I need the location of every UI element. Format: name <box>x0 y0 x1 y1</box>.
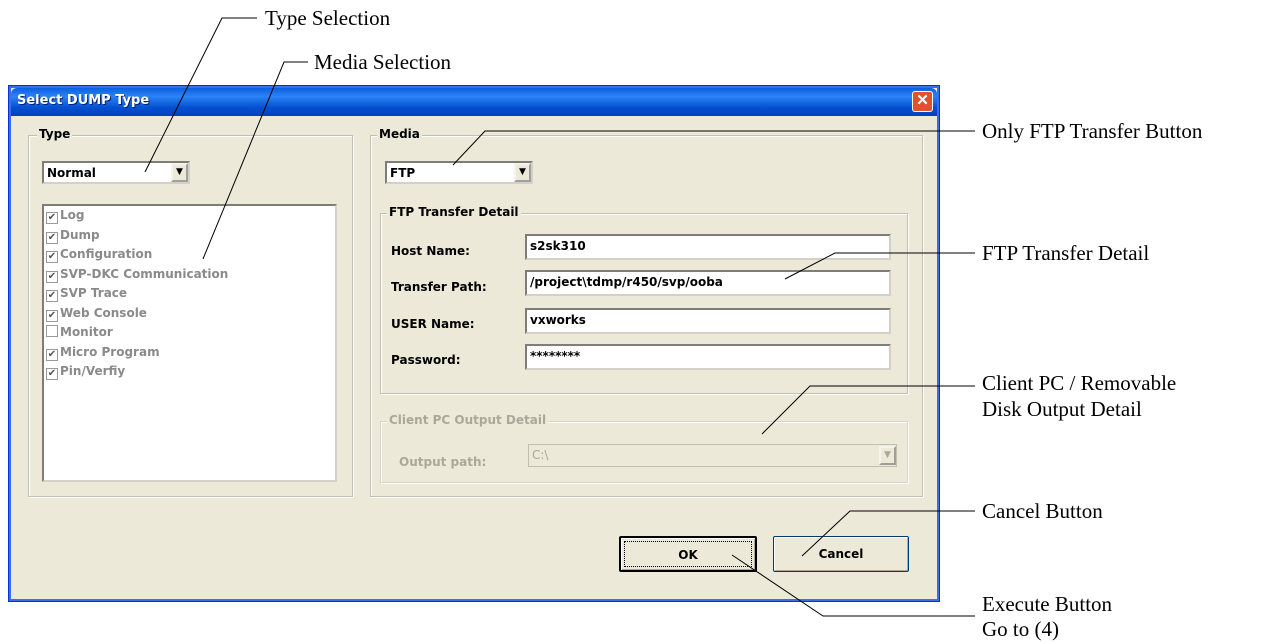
checklist-item[interactable]: ✔ SVP-DKC Communication <box>46 267 228 283</box>
checkbox-checked-icon[interactable]: ✔ <box>46 368 58 380</box>
ftp-transfer-group: FTP Transfer Detail Host Name: s2sk310 T… <box>380 205 908 394</box>
ftp-transfer-legend: FTP Transfer Detail <box>387 205 521 219</box>
output-path-select[interactable]: C:\ ▼ <box>528 444 897 467</box>
media-select-value: FTP <box>390 166 416 180</box>
checklist-item-label: Monitor <box>60 325 113 339</box>
checklist-item-label: Dump <box>60 227 100 242</box>
password-field[interactable]: ******** <box>525 344 891 370</box>
ok-button[interactable]: OK <box>619 536 757 572</box>
checklist-item-label: Pin/Verfiy <box>60 364 126 378</box>
type-select-value: Normal <box>47 166 96 180</box>
output-path-value: C:\ <box>532 448 549 462</box>
checkbox-checked-icon[interactable]: ✔ <box>46 309 58 322</box>
checklist-item[interactable]: ✔ Micro Program <box>46 345 160 361</box>
transfer-path-label: Transfer Path: <box>391 280 487 294</box>
checklist-item-label: SVP-DKC Communication <box>60 266 229 281</box>
checkbox-checked-icon[interactable]: ✔ <box>46 231 58 244</box>
checkbox-checked-icon[interactable]: ✔ <box>46 270 58 283</box>
checkbox-checked-icon[interactable]: ✔ <box>46 251 58 263</box>
cancel-button[interactable]: Cancel <box>773 536 909 572</box>
title-bar[interactable]: Select DUMP Type ✕ <box>11 88 937 116</box>
annotation-type-selection: Type Selection <box>265 6 391 30</box>
focus-rect <box>624 541 752 567</box>
annotation-client-pc-line1: Client PC / Removable <box>982 371 1177 395</box>
chevron-down-icon[interactable]: ▼ <box>171 163 188 182</box>
annotation-client-pc-line2: Disk Output Detail <box>982 397 1142 421</box>
type-select[interactable]: Normal ▼ <box>42 161 190 184</box>
annotation-execute-line2: Go to (4) <box>982 617 1059 641</box>
checklist-item[interactable]: ✔ Dump <box>46 228 100 244</box>
checklist-item[interactable]: ✔ SVP Trace <box>46 286 127 302</box>
output-path-label: Output path: <box>399 455 487 469</box>
checkbox-unchecked-icon[interactable] <box>46 325 58 337</box>
annotation-ftp-detail: FTP Transfer Detail <box>982 241 1150 265</box>
client-output-legend: Client PC Output Detail <box>387 413 549 427</box>
select-dump-type-dialog: Select DUMP Type ✕ Type Normal ▼ ✔ Log ✔ Du… <box>8 85 940 602</box>
checkbox-checked-icon[interactable]: ✔ <box>46 348 58 361</box>
checklist-item-label: SVP Trace <box>60 286 128 300</box>
dialog-client-area: Type Normal ▼ ✔ Log ✔ Dump ✔ Configuration ✔ SV… <box>13 118 935 597</box>
checklist-item-label: Log <box>60 208 85 222</box>
chevron-down-icon[interactable]: ▼ <box>879 446 896 465</box>
user-name-label: USER Name: <box>391 317 475 331</box>
password-label: Password: <box>391 353 461 367</box>
annotation-execute-line1: Execute Button <box>982 592 1113 616</box>
checkbox-checked-icon[interactable]: ✔ <box>46 290 58 302</box>
checklist-item-label: Web Console <box>60 305 147 320</box>
checklist-item[interactable]: ✔ Log <box>46 208 84 224</box>
client-output-group: Client PC Output Detail Output path: C:\… <box>380 413 908 483</box>
checkbox-checked-icon[interactable]: ✔ <box>46 212 58 224</box>
checklist-item[interactable]: ✔ Web Console <box>46 306 147 322</box>
annotation-media-selection: Media Selection <box>314 50 452 74</box>
checklist-item-label: Micro Program <box>60 344 160 359</box>
chevron-down-icon[interactable]: ▼ <box>514 163 531 182</box>
media-group-legend: Media <box>377 127 422 141</box>
checklist-item[interactable]: ✔ Configuration <box>46 247 152 263</box>
checklist-item[interactable]: ✔ Pin/Verfiy <box>46 364 125 380</box>
annotation-cancel-button: Cancel Button <box>982 499 1103 523</box>
dialog-title: Select DUMP Type <box>17 93 150 108</box>
host-name-label: Host Name: <box>391 244 470 258</box>
user-name-field[interactable]: vxworks <box>525 308 891 334</box>
type-group: Type Normal ▼ ✔ Log ✔ Dump ✔ Configuration ✔ SV… <box>28 127 353 497</box>
annotation-only-ftp: Only FTP Transfer Button <box>982 119 1203 143</box>
type-checklist: ✔ Log ✔ Dump ✔ Configuration ✔ SVP-DKC Communic… <box>42 204 337 482</box>
host-name-field[interactable]: s2sk310 <box>525 234 891 260</box>
checklist-item[interactable]: Monitor <box>46 325 113 339</box>
checklist-item-label: Configuration <box>60 247 153 261</box>
media-group: Media FTP ▼ FTP Transfer Detail Host Nam… <box>370 127 923 497</box>
media-select[interactable]: FTP ▼ <box>385 161 533 184</box>
close-icon[interactable]: ✕ <box>912 91 933 112</box>
cancel-button-label: Cancel <box>818 547 864 561</box>
transfer-path-field[interactable]: /project\tdmp/r450/svp/ooba <box>525 270 891 296</box>
type-group-legend: Type <box>37 127 73 141</box>
